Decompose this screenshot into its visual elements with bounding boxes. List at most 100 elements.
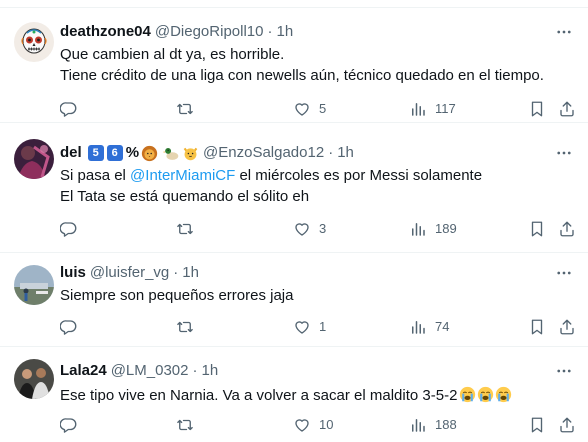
views-icon (412, 103, 425, 116)
reply-button[interactable] (60, 219, 78, 239)
mention-link[interactable]: @InterMiamiCF (130, 167, 235, 184)
loudly-crying-face-emoji (460, 386, 476, 403)
retweet-icon (177, 103, 193, 115)
bookmark-button[interactable] (528, 317, 546, 337)
views-button[interactable]: 188 (409, 415, 457, 435)
display-name[interactable]: deathzone04 (60, 22, 151, 42)
like-button[interactable]: 5 (293, 99, 326, 119)
retweet-button[interactable] (176, 219, 194, 239)
timestamp[interactable]: 1h (182, 263, 199, 283)
tweet-text: Si pasa el @InterMiamiCF el miércoles es… (60, 165, 576, 207)
tweet-text: Ese tipo vive en Narnia. Va a volver a s… (60, 385, 576, 406)
previous-tweet-divider (0, 0, 588, 8)
more-icon (557, 271, 571, 275)
timestamp[interactable]: 1h (201, 361, 218, 381)
tweet-header: Lala24 @LM_0302 · 1h (60, 361, 578, 381)
tweet-deathzone04[interactable]: deathzone04 @DiegoRipoll10 · 1h Que camb… (0, 8, 588, 123)
separator-dot: · (328, 144, 334, 161)
like-icon (295, 223, 309, 236)
like-count: 3 (319, 221, 327, 236)
timestamp[interactable]: 1h (337, 143, 354, 163)
text-segment: el miércoles es por Messi solamente (235, 167, 483, 184)
loudly-crying-face-emoji (478, 386, 494, 403)
more-options-button[interactable] (554, 263, 574, 283)
bookmark-button[interactable] (528, 99, 546, 119)
tweet-text-line: Que cambien al dt ya, es horrible. (60, 46, 285, 63)
tweet-del[interactable]: del 5 6 % @EnzoSalgado12 · 1h Si pasa el… (0, 123, 588, 253)
more-options-button[interactable] (554, 22, 574, 42)
reply-icon (60, 102, 77, 117)
separator-dot: · (267, 23, 273, 40)
more-icon (557, 151, 571, 155)
retweet-button[interactable] (176, 415, 194, 435)
reply-icon (60, 320, 77, 335)
avatar[interactable] (14, 22, 54, 62)
display-name[interactable]: del (60, 143, 82, 163)
share-button[interactable] (558, 99, 576, 119)
views-button[interactable]: 117 (409, 99, 456, 119)
text-segment: Si pasa el (60, 167, 131, 184)
bookmark-button[interactable] (528, 415, 546, 435)
emoji-group (459, 386, 513, 403)
text-segment: Ese tipo vive en Narnia. Va a volver a s… (60, 387, 458, 404)
like-icon (295, 321, 309, 334)
views-count: 117 (435, 101, 456, 116)
bookmark-icon (531, 417, 543, 433)
bookmark-icon (531, 319, 543, 335)
tweet-lala24[interactable]: Lala24 @LM_0302 · 1h Ese tipo vive en Na… (0, 347, 588, 442)
avatar[interactable] (14, 265, 54, 305)
views-count: 189 (435, 221, 457, 236)
display-name[interactable]: Lala24 (60, 361, 107, 381)
reply-button[interactable] (60, 99, 78, 119)
more-options-button[interactable] (554, 361, 574, 381)
views-icon (412, 223, 425, 236)
views-button[interactable]: 189 (409, 219, 457, 239)
retweet-button[interactable] (176, 99, 194, 119)
user-handle[interactable]: @EnzoSalgado12 (203, 143, 324, 163)
retweet-icon (177, 223, 193, 235)
like-icon (295, 419, 309, 432)
like-button[interactable]: 3 (293, 219, 326, 239)
views-count: 188 (435, 417, 457, 432)
user-handle[interactable]: @DiegoRipoll10 (155, 22, 264, 42)
retweet-icon (177, 321, 193, 333)
tweet-header: del 5 6 % @EnzoSalgado12 · 1h (60, 143, 578, 163)
like-button[interactable]: 10 (293, 415, 333, 435)
tweet-text: Que cambien al dt ya, es horrible. Tiene… (60, 44, 576, 86)
retweet-button[interactable] (176, 317, 194, 337)
views-button[interactable]: 74 (409, 317, 449, 337)
share-icon (560, 101, 574, 117)
bookmark-icon (531, 221, 543, 237)
more-options-button[interactable] (554, 143, 574, 163)
share-button[interactable] (558, 317, 576, 337)
tweet-actions: 1 74 (60, 317, 578, 337)
duck-emoji (163, 145, 180, 162)
cat-emoji (182, 145, 199, 162)
display-name[interactable]: luis (60, 263, 86, 283)
avatar[interactable] (14, 139, 54, 179)
tweet-text: Siempre son pequeños errores jaja (60, 285, 576, 306)
lion-emoji (141, 145, 158, 162)
user-handle[interactable]: @luisfer_vg (90, 263, 169, 283)
user-handle[interactable]: @LM_0302 (111, 361, 189, 381)
tweet-text-line: Si pasa el @InterMiamiCF el miércoles es… (60, 165, 576, 186)
like-button[interactable]: 1 (293, 317, 326, 337)
tweet-actions: 10 188 (60, 415, 578, 435)
reply-button[interactable] (60, 415, 78, 435)
tweet-header: deathzone04 @DiegoRipoll10 · 1h (60, 22, 578, 42)
share-button[interactable] (558, 415, 576, 435)
like-count: 1 (319, 319, 327, 334)
bookmark-button[interactable] (528, 219, 546, 239)
share-icon (560, 417, 574, 433)
keycap-badge: 5 (87, 145, 104, 161)
reply-icon (60, 418, 77, 433)
timestamp[interactable]: 1h (276, 22, 293, 42)
like-icon (295, 103, 309, 116)
reply-button[interactable] (60, 317, 78, 337)
separator-dot: · (192, 362, 198, 379)
tweet-luis[interactable]: luis @luisfer_vg · 1h Siempre son pequeñ… (0, 253, 588, 347)
separator-dot: · (173, 264, 179, 281)
share-button[interactable] (558, 219, 576, 239)
percent-sign: % (125, 144, 140, 161)
avatar[interactable] (14, 359, 54, 399)
